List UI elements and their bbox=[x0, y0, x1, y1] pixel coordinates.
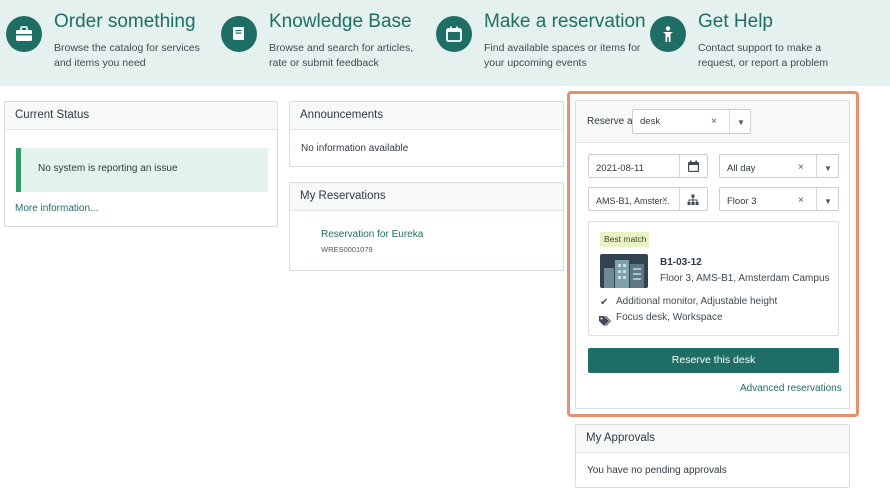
get-help-title[interactable]: Get Help bbox=[698, 11, 773, 33]
tags-icon bbox=[599, 313, 611, 331]
building-icon bbox=[604, 260, 644, 288]
calendar-picker-icon[interactable] bbox=[687, 160, 700, 176]
divider bbox=[575, 142, 850, 143]
hierarchy-icon[interactable] bbox=[687, 194, 699, 209]
reserve-desk-button[interactable]: Reserve this desk bbox=[588, 348, 839, 373]
approvals-message: You have no pending approvals bbox=[587, 465, 727, 476]
my-approvals-panel: My Approvals You have no pending approva… bbox=[575, 424, 850, 488]
clear-location-icon[interactable]: × bbox=[662, 195, 668, 206]
book-icon bbox=[221, 16, 257, 52]
current-status-panel: Current Status No system is reporting an… bbox=[4, 101, 278, 227]
location-field[interactable]: AMS-B1, Amster... × bbox=[588, 187, 708, 211]
floor-value: Floor 3 bbox=[727, 196, 757, 207]
checkmark-icon: ✔ bbox=[600, 297, 609, 308]
time-divider bbox=[816, 155, 817, 177]
date-value: 2021-08-11 bbox=[596, 163, 644, 174]
clear-floor-icon[interactable]: × bbox=[798, 195, 804, 206]
date-divider bbox=[679, 155, 680, 177]
reservation-item-link[interactable]: Reservation for Eureka bbox=[321, 229, 423, 240]
knowledge-base-description: Browse and search for articles, rate or … bbox=[269, 42, 414, 69]
reserve-type-value: desk bbox=[640, 116, 661, 127]
best-match-badge: Best match bbox=[600, 232, 649, 247]
more-information-link[interactable]: More information... bbox=[15, 203, 98, 214]
clear-time-icon[interactable]: × bbox=[798, 162, 804, 173]
desk-location: Floor 3, AMS-B1, Amsterdam Campus bbox=[660, 273, 830, 284]
desk-name: B1-03-12 bbox=[660, 257, 702, 268]
get-help-tile[interactable]: Get Help Contact support to make a reque… bbox=[650, 0, 860, 86]
advanced-reservations-link[interactable]: Advanced reservations bbox=[740, 383, 842, 394]
select-divider bbox=[729, 110, 730, 133]
time-value: All day bbox=[727, 163, 756, 174]
make-reservation-description: Find available spaces or items for your … bbox=[484, 42, 641, 69]
date-field[interactable]: 2021-08-11 bbox=[588, 154, 708, 178]
chevron-down-icon[interactable]: ▼ bbox=[737, 118, 745, 127]
status-message: No system is reporting an issue bbox=[16, 148, 268, 192]
location-value: AMS-B1, Amster... bbox=[596, 196, 670, 206]
person-help-icon bbox=[650, 16, 686, 52]
time-select[interactable]: All day × ▼ bbox=[719, 154, 839, 178]
floor-select[interactable]: Floor 3 × ▼ bbox=[719, 187, 839, 211]
get-help-description: Contact support to make a request, or re… bbox=[698, 42, 829, 69]
chevron-down-icon[interactable]: ▼ bbox=[824, 164, 832, 173]
order-something-description: Browse the catalog for services and item… bbox=[54, 42, 200, 69]
announcements-message: No information available bbox=[301, 143, 409, 154]
floor-divider bbox=[816, 188, 817, 210]
clear-icon[interactable]: × bbox=[711, 116, 717, 127]
location-divider bbox=[679, 188, 680, 210]
my-reservations-panel: My Reservations Reservation for Eureka W… bbox=[289, 182, 564, 271]
desk-image bbox=[600, 254, 648, 288]
briefcase-icon bbox=[6, 16, 42, 52]
reservation-item-number: WRES0001079 bbox=[321, 245, 373, 254]
order-something-title[interactable]: Order something bbox=[54, 11, 196, 33]
reserve-type-select[interactable]: desk × ▼ bbox=[632, 109, 751, 134]
desk-tags: Focus desk, Workspace bbox=[616, 312, 723, 323]
announcements-header: Announcements bbox=[290, 102, 563, 130]
chevron-down-icon[interactable]: ▼ bbox=[824, 197, 832, 206]
current-status-header: Current Status bbox=[5, 102, 277, 130]
make-reservation-tile[interactable]: Make a reservation Find available spaces… bbox=[436, 0, 646, 86]
announcements-panel: Announcements No information available bbox=[289, 101, 564, 167]
knowledge-base-title[interactable]: Knowledge Base bbox=[269, 11, 412, 33]
my-approvals-header: My Approvals bbox=[576, 425, 849, 453]
my-reservations-header: My Reservations bbox=[290, 183, 563, 211]
calendar-icon bbox=[436, 16, 472, 52]
order-something-tile[interactable]: Order something Browse the catalog for s… bbox=[6, 0, 216, 86]
reserve-a-label: Reserve a bbox=[587, 116, 633, 127]
knowledge-base-tile[interactable]: Knowledge Base Browse and search for art… bbox=[221, 0, 431, 86]
make-reservation-title[interactable]: Make a reservation bbox=[484, 11, 646, 33]
desk-features: Additional monitor, Adjustable height bbox=[616, 296, 778, 307]
top-banner: Order something Browse the catalog for s… bbox=[0, 0, 890, 86]
